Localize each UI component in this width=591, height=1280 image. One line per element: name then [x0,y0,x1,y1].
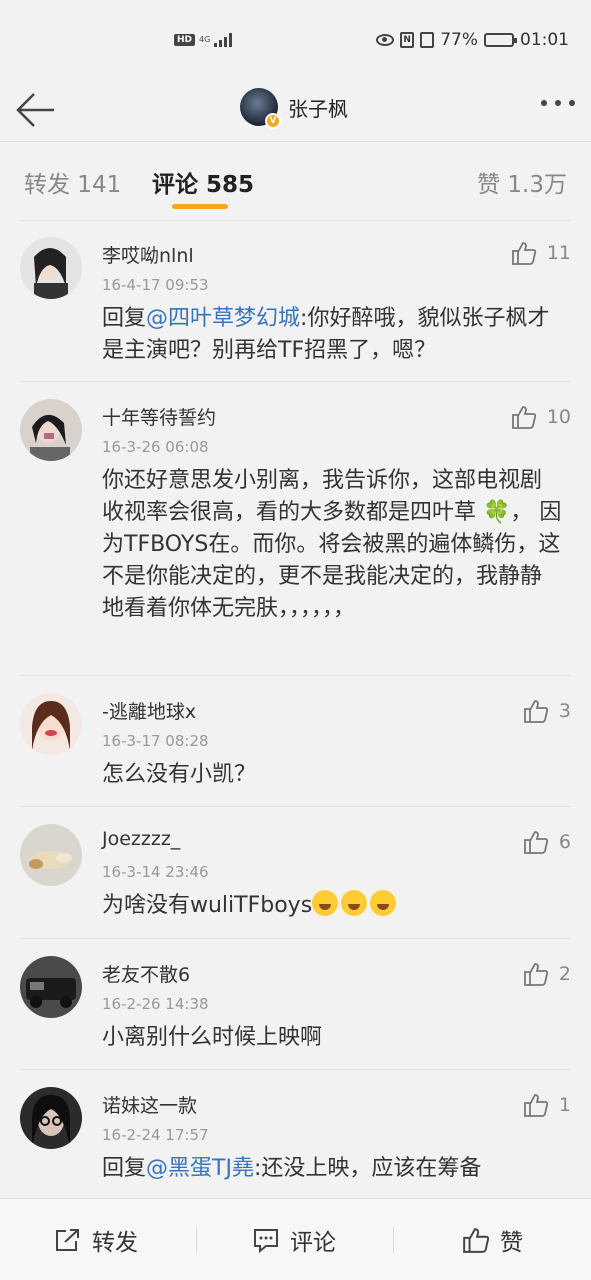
divider [196,1227,197,1253]
thumbs-up-icon [524,963,549,986]
page-title: 张子枫 [288,96,348,121]
avatar[interactable] [20,824,82,886]
like-button[interactable]: 11 [511,241,571,265]
repost-label: 转发 [92,1230,138,1256]
like-label: 赞 [500,1230,523,1256]
avatar[interactable] [20,399,82,461]
nfc-icon: N [400,32,415,48]
avatar[interactable] [20,956,82,1018]
divider [393,1227,394,1253]
like-button[interactable]: 6 [523,830,571,854]
avatar[interactable]: V [240,88,281,129]
reply-prefix: 回复 [102,1156,147,1181]
comment-author[interactable]: -逃離地球x [102,697,196,724]
comment-author[interactable]: 诺妹这一款 [102,1091,197,1118]
mention-link[interactable]: @黑蛋TJ堯 [146,1156,254,1181]
comment-author[interactable]: 老友不散6 [102,960,190,987]
like-count: 11 [546,242,571,264]
like-count: 10 [546,406,571,428]
tab-comments[interactable]: 评论 585 [152,165,254,199]
top-nav: V 张子枫 [0,80,591,142]
avatar[interactable] [20,693,82,755]
share-icon [56,1229,79,1251]
thumbs-up-icon [511,406,536,429]
thumbs-up-icon [463,1228,490,1253]
divider [20,1069,571,1070]
comment-label: 评论 [290,1230,336,1256]
tab-likes[interactable]: 赞 1.3万 [477,165,567,199]
comment-icon [254,1229,278,1253]
comment-text: 回复@黑蛋TJ堯:还没上映，应该在筹备 [102,1153,562,1185]
profile-header[interactable]: V 张子枫 [240,88,348,129]
like-button[interactable]: 1 [523,1093,571,1117]
avatar[interactable] [20,1087,82,1149]
active-tab-indicator [172,204,228,209]
bottom-action-bar: 转发 评论 赞 [0,1198,591,1280]
thumbs-up-icon [524,831,549,854]
battery-percent: 77% [440,30,478,50]
comment-button[interactable]: 评论 [252,1223,336,1257]
comment-body: :还没上映，应该在筹备 [253,1156,482,1181]
mention-link[interactable]: @四叶草梦幻城 [146,306,300,331]
battery-icon [484,33,517,47]
laughing-emoji-icon [370,890,397,916]
clock: 01:01 [520,30,569,50]
comment-list[interactable]: 李哎呦nlnl 16-4-17 09:53 11 回复@四叶草梦幻城:你好醉哦，… [0,215,591,1198]
comment-time: 16-2-24 17:57 [102,1126,209,1144]
hd-badge: HD [174,34,196,46]
network-type: 4G [199,35,211,44]
tab-bar: 转发 141 评论 585 赞 1.3万 [0,143,591,215]
network-indicator: HD 4G [174,33,233,47]
comment-text: 你还好意思发小别离，我告诉你，这部电视剧收视率会很高，看的大多数都是四叶草 🍀，… [102,468,562,621]
like-count: 2 [558,963,571,985]
tab-repost[interactable]: 转发 141 [24,165,121,199]
like-post-button[interactable]: 赞 [462,1223,523,1257]
divider [20,675,571,676]
eye-comfort-icon [376,34,395,46]
reply-prefix: 回复 [102,306,147,331]
comment-time: 16-2-26 14:38 [102,995,209,1013]
repost-button[interactable]: 转发 [54,1223,138,1257]
comment-text: 小离别什么时候上映啊 [102,1025,323,1050]
thumbs-up-icon [524,700,549,723]
thumbs-up-icon [524,1094,549,1117]
like-button[interactable]: 3 [523,699,571,723]
comment-time: 16-4-17 09:53 [102,276,209,294]
divider [20,381,571,382]
vibrate-icon [420,32,435,48]
comment-time: 16-3-26 06:08 [102,438,209,456]
like-button[interactable]: 10 [511,405,571,429]
laughing-emoji-icon [312,890,339,916]
divider [20,938,571,939]
comment-time: 16-3-14 23:46 [102,863,209,881]
status-bar: HD 4G N 77% 01:01 [0,0,591,80]
comment-author[interactable]: 十年等待誓约 [102,403,216,430]
comment-text: 怎么没有小凯？ [102,762,257,787]
more-dots-icon[interactable] [541,100,575,106]
comment-text: 回复@四叶草梦幻城:你好醉哦，貌似张子枫才是主演吧？别再给TF招黑了，嗯？ [102,303,562,367]
laughing-emoji-icon [341,890,368,916]
divider [20,806,571,807]
comment-body: 为啥没有wuliTFboys [102,893,313,918]
comment-text: 为啥没有wuliTFboys [102,890,562,922]
back-arrow-icon[interactable] [14,90,58,130]
comment-author[interactable]: 李哎呦nlnl [102,241,194,268]
verified-badge: V [265,113,281,129]
thumbs-up-icon [511,242,536,265]
like-count: 6 [558,831,571,853]
comment-time: 16-3-17 08:28 [102,732,209,750]
divider [20,220,571,221]
avatar[interactable] [20,237,82,299]
like-count: 1 [558,1094,571,1116]
comment-author[interactable]: Joezzzz_ [102,828,180,850]
like-count: 3 [558,700,571,722]
like-button[interactable]: 2 [523,962,571,986]
signal-icon [214,33,233,47]
